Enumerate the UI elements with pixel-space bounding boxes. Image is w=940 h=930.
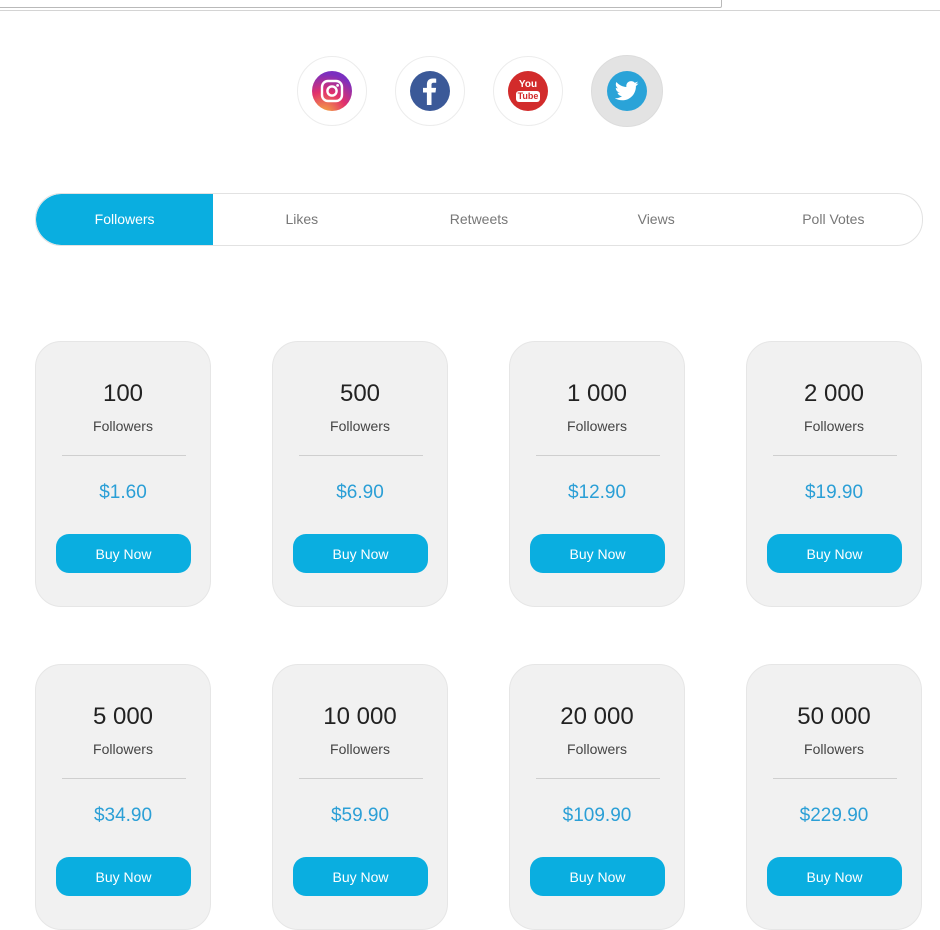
buy-now-button[interactable]: Buy Now	[56, 534, 191, 573]
card-divider	[299, 778, 423, 779]
package-unit: Followers	[93, 418, 153, 434]
youtube-logo-bottom: Tube	[515, 91, 541, 102]
buy-now-button[interactable]: Buy Now	[767, 534, 902, 573]
package-unit: Followers	[567, 741, 627, 757]
service-tabs: Followers Likes Retweets Views Poll Vote…	[35, 193, 923, 246]
network-selector: You Tube	[297, 55, 663, 127]
instagram-icon	[312, 71, 352, 111]
package-card: 5 000 Followers $34.90 Buy Now	[35, 664, 211, 930]
package-quantity: 1 000	[566, 380, 628, 407]
tab-retweets[interactable]: Retweets	[390, 194, 567, 245]
facebook-icon	[410, 71, 450, 111]
tab-likes[interactable]: Likes	[213, 194, 390, 245]
network-twitter[interactable]	[591, 55, 663, 127]
package-card: 100 Followers $1.60 Buy Now	[35, 341, 211, 607]
card-divider	[62, 455, 186, 456]
youtube-icon: You Tube	[508, 71, 548, 111]
package-unit: Followers	[93, 741, 153, 757]
card-divider	[773, 455, 897, 456]
package-unit: Followers	[804, 741, 864, 757]
card-divider	[536, 778, 660, 779]
package-quantity: 10 000	[323, 703, 397, 730]
package-card: 10 000 Followers $59.90 Buy Now	[272, 664, 448, 930]
package-price: $34.90	[93, 805, 153, 826]
package-price: $12.90	[567, 482, 627, 503]
package-unit: Followers	[804, 418, 864, 434]
package-quantity: 2 000	[803, 380, 865, 407]
package-card: 1 000 Followers $12.90 Buy Now	[509, 341, 685, 607]
buy-now-button[interactable]: Buy Now	[767, 857, 902, 896]
network-instagram[interactable]	[297, 56, 367, 126]
buy-now-button[interactable]: Buy Now	[293, 857, 428, 896]
package-unit: Followers	[567, 418, 627, 434]
youtube-logo-top: You	[518, 79, 538, 90]
package-price: $6.90	[336, 482, 384, 503]
package-price: $19.90	[804, 482, 864, 503]
tab-poll-votes[interactable]: Poll Votes	[745, 194, 922, 245]
buy-now-button[interactable]: Buy Now	[56, 857, 191, 896]
package-card: 50 000 Followers $229.90 Buy Now	[746, 664, 922, 930]
buy-now-button[interactable]: Buy Now	[530, 857, 665, 896]
network-youtube[interactable]: You Tube	[493, 56, 563, 126]
package-unit: Followers	[330, 418, 390, 434]
package-price: $1.60	[99, 482, 147, 503]
package-quantity: 500	[339, 380, 381, 407]
package-card: 20 000 Followers $109.90 Buy Now	[509, 664, 685, 930]
tab-views[interactable]: Views	[568, 194, 745, 245]
package-card: 2 000 Followers $19.90 Buy Now	[746, 341, 922, 607]
package-price: $59.90	[330, 805, 390, 826]
card-divider	[536, 455, 660, 456]
address-field[interactable]	[0, 0, 722, 8]
buy-now-button[interactable]: Buy Now	[293, 534, 428, 573]
package-price: $229.90	[799, 805, 869, 826]
twitter-icon	[607, 71, 647, 111]
card-divider	[62, 778, 186, 779]
network-facebook[interactable]	[395, 56, 465, 126]
package-quantity: 5 000	[92, 703, 154, 730]
package-price: $109.90	[562, 805, 632, 826]
package-quantity: 20 000	[560, 703, 634, 730]
tab-followers[interactable]: Followers	[36, 194, 214, 245]
buy-now-button[interactable]: Buy Now	[530, 534, 665, 573]
browser-top-strip	[0, 0, 940, 11]
package-quantity: 100	[102, 380, 144, 407]
card-divider	[299, 455, 423, 456]
package-unit: Followers	[330, 741, 390, 757]
package-card: 500 Followers $6.90 Buy Now	[272, 341, 448, 607]
card-divider	[773, 778, 897, 779]
package-quantity: 50 000	[797, 703, 871, 730]
